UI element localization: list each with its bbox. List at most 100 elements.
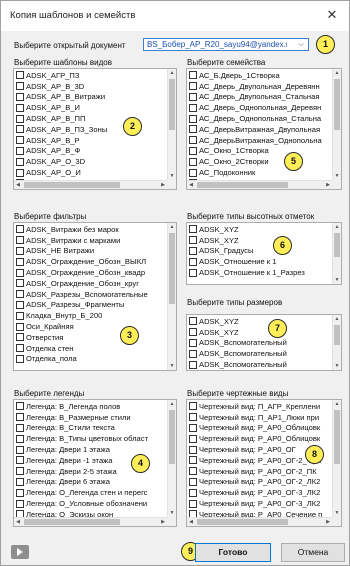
item-checkbox[interactable] [16, 488, 24, 497]
item-checkbox[interactable] [16, 168, 24, 177]
item-checkbox[interactable] [16, 279, 24, 288]
item-checkbox[interactable] [16, 445, 24, 454]
list-item[interactable]: ADSK_АР_В_ПП [14, 113, 176, 124]
item-checkbox[interactable] [189, 499, 197, 508]
item-checkbox[interactable] [189, 157, 197, 166]
list-item[interactable]: ADSK_АР_В_Р [14, 135, 176, 146]
scroll-left-icon[interactable]: ◀ [14, 518, 22, 526]
list-item[interactable]: ADSK_Витражи с марками [14, 235, 176, 246]
list-item[interactable]: ADSK_XYZ [187, 235, 341, 246]
list-item[interactable]: ADSK_Разрезы_Вспомогательные [14, 289, 176, 300]
item-checkbox[interactable] [16, 300, 24, 309]
item-checkbox[interactable] [189, 360, 197, 369]
item-checkbox[interactable] [16, 125, 24, 134]
item-checkbox[interactable] [16, 92, 24, 101]
item-checkbox[interactable] [16, 71, 24, 80]
item-checkbox[interactable] [16, 114, 24, 123]
vertical-scrollbar[interactable]: ▲ ▼ [332, 69, 341, 180]
item-checkbox[interactable] [16, 257, 24, 266]
list-item[interactable]: Чертежный вид: Р_АР0_ОГ-2_ЛК2 [187, 477, 341, 488]
horizontal-scrollbar[interactable]: ◀ ▶ [14, 517, 167, 526]
legends-list[interactable]: Легенда: В_Легенда полов Легенда: В_Разме… [13, 399, 177, 527]
list-item[interactable]: АС_Окно_1Створка [187, 146, 341, 157]
list-item[interactable]: ADSK_Разрезы_Фрагменты [14, 300, 176, 311]
item-checkbox[interactable] [189, 445, 197, 454]
item-checkbox[interactable] [16, 456, 24, 465]
scroll-down-icon[interactable]: ▼ [333, 509, 341, 517]
list-item[interactable]: АС_ДверьВитражная_Двупольная [187, 124, 341, 135]
scroll-thumb[interactable] [169, 410, 175, 464]
scroll-thumb[interactable] [169, 79, 175, 130]
list-item[interactable]: Чертежный вид: Р_АР0_Облицовк [187, 433, 341, 444]
list-item[interactable]: ADSK_XYZ [187, 316, 341, 327]
list-item[interactable]: Отделка стен [14, 343, 176, 354]
list-item[interactable]: ADSK_НЕ Витражи [14, 246, 176, 257]
item-checkbox[interactable] [16, 246, 24, 255]
vertical-scrollbar[interactable]: ▲ ▼ [332, 315, 341, 370]
item-checkbox[interactable] [189, 477, 197, 486]
item-checkbox[interactable] [16, 354, 24, 363]
item-checkbox[interactable] [189, 246, 197, 255]
list-item[interactable]: ADSK_Отношение к 1_Разрез [187, 267, 341, 278]
item-checkbox[interactable] [16, 290, 24, 299]
vertical-scrollbar[interactable]: ▲ ▼ [167, 223, 176, 370]
item-checkbox[interactable] [189, 456, 197, 465]
list-item[interactable]: ADSK_АР_В_И [14, 102, 176, 113]
item-checkbox[interactable] [189, 488, 197, 497]
scroll-thumb[interactable] [169, 233, 175, 304]
scroll-left-icon[interactable]: ◀ [14, 181, 22, 189]
dimension-types-list[interactable]: ADSK_XYZ ADSK_XYZ ADSK_Вспомогательный ADSK… [186, 314, 342, 371]
scroll-thumb[interactable] [334, 233, 340, 257]
list-item[interactable]: АС_ДверьВитражная_Однопольна [187, 135, 341, 146]
families-list[interactable]: АС_Б.Дверь_1Створка АС_Дверь_Двупольная_Д… [186, 68, 342, 190]
list-item[interactable]: АС_Подоконник [187, 167, 341, 178]
list-item[interactable]: ADSK_Витражи без марок [14, 224, 176, 235]
list-item[interactable]: Легенда: В_Размерные стили [14, 412, 176, 423]
item-checkbox[interactable] [16, 402, 24, 411]
list-item[interactable]: Чертежный вид: Р_АР0_Облицовк [187, 423, 341, 434]
list-item[interactable]: ADSK_АР_В_ПЗ_Зоны [14, 124, 176, 135]
scroll-left-icon[interactable]: ◀ [187, 518, 195, 526]
scroll-up-icon[interactable]: ▲ [333, 315, 341, 323]
views-list[interactable]: ADSK_АГР_ПЗ ADSK_АР_В_3D ADSK_АР_В_Витражи… [13, 68, 177, 190]
scroll-down-icon[interactable]: ▼ [333, 276, 341, 284]
item-checkbox[interactable] [16, 268, 24, 277]
list-item[interactable]: Чертежный вид: Р_АР0_ОГ-2_ПК [187, 466, 341, 477]
item-checkbox[interactable] [189, 268, 197, 277]
list-item[interactable]: Кладка_Внутр_Б_200 [14, 310, 176, 321]
list-item[interactable]: Легенда: Двери 6 этажа [14, 477, 176, 488]
item-checkbox[interactable] [189, 236, 197, 245]
list-item[interactable]: ADSK_Ограждение_Обозн_квадр [14, 267, 176, 278]
item-checkbox[interactable] [16, 434, 24, 443]
item-checkbox[interactable] [16, 344, 24, 353]
item-checkbox[interactable] [189, 103, 197, 112]
item-checkbox[interactable] [189, 317, 197, 326]
list-item[interactable]: АС_Дверь_Однопольная_Стальна [187, 113, 341, 124]
item-checkbox[interactable] [189, 82, 197, 91]
list-item[interactable]: Отделка_пола [14, 354, 176, 365]
item-checkbox[interactable] [16, 499, 24, 508]
item-checkbox[interactable] [16, 146, 24, 155]
list-item[interactable]: Легенда: Двери 1 этажа [14, 444, 176, 455]
list-item[interactable]: Легенда: Двери 2-5 этажа [14, 466, 176, 477]
item-checkbox[interactable] [16, 477, 24, 486]
scroll-down-icon[interactable]: ▼ [168, 509, 176, 517]
list-item[interactable]: АС_Дверь_Двупольная_Стальная [187, 92, 341, 103]
scroll-up-icon[interactable]: ▲ [168, 223, 176, 231]
item-checkbox[interactable] [16, 467, 24, 476]
list-item[interactable]: АС_Б.Дверь_1Створка [187, 70, 341, 81]
list-item[interactable]: ADSK_АР_О_3D [14, 156, 176, 167]
scroll-up-icon[interactable]: ▲ [168, 400, 176, 408]
item-checkbox[interactable] [189, 349, 197, 358]
item-checkbox[interactable] [189, 225, 197, 234]
scroll-right-icon[interactable]: ▶ [159, 518, 167, 526]
item-checkbox[interactable] [16, 413, 24, 422]
done-button[interactable]: Готово [195, 543, 271, 562]
item-checkbox[interactable] [16, 333, 24, 342]
scroll-up-icon[interactable]: ▲ [333, 400, 341, 408]
scroll-right-icon[interactable]: ▶ [324, 181, 332, 189]
item-checkbox[interactable] [189, 434, 197, 443]
item-checkbox[interactable] [189, 168, 197, 177]
play-button[interactable] [11, 545, 29, 559]
scroll-right-icon[interactable]: ▶ [324, 518, 332, 526]
